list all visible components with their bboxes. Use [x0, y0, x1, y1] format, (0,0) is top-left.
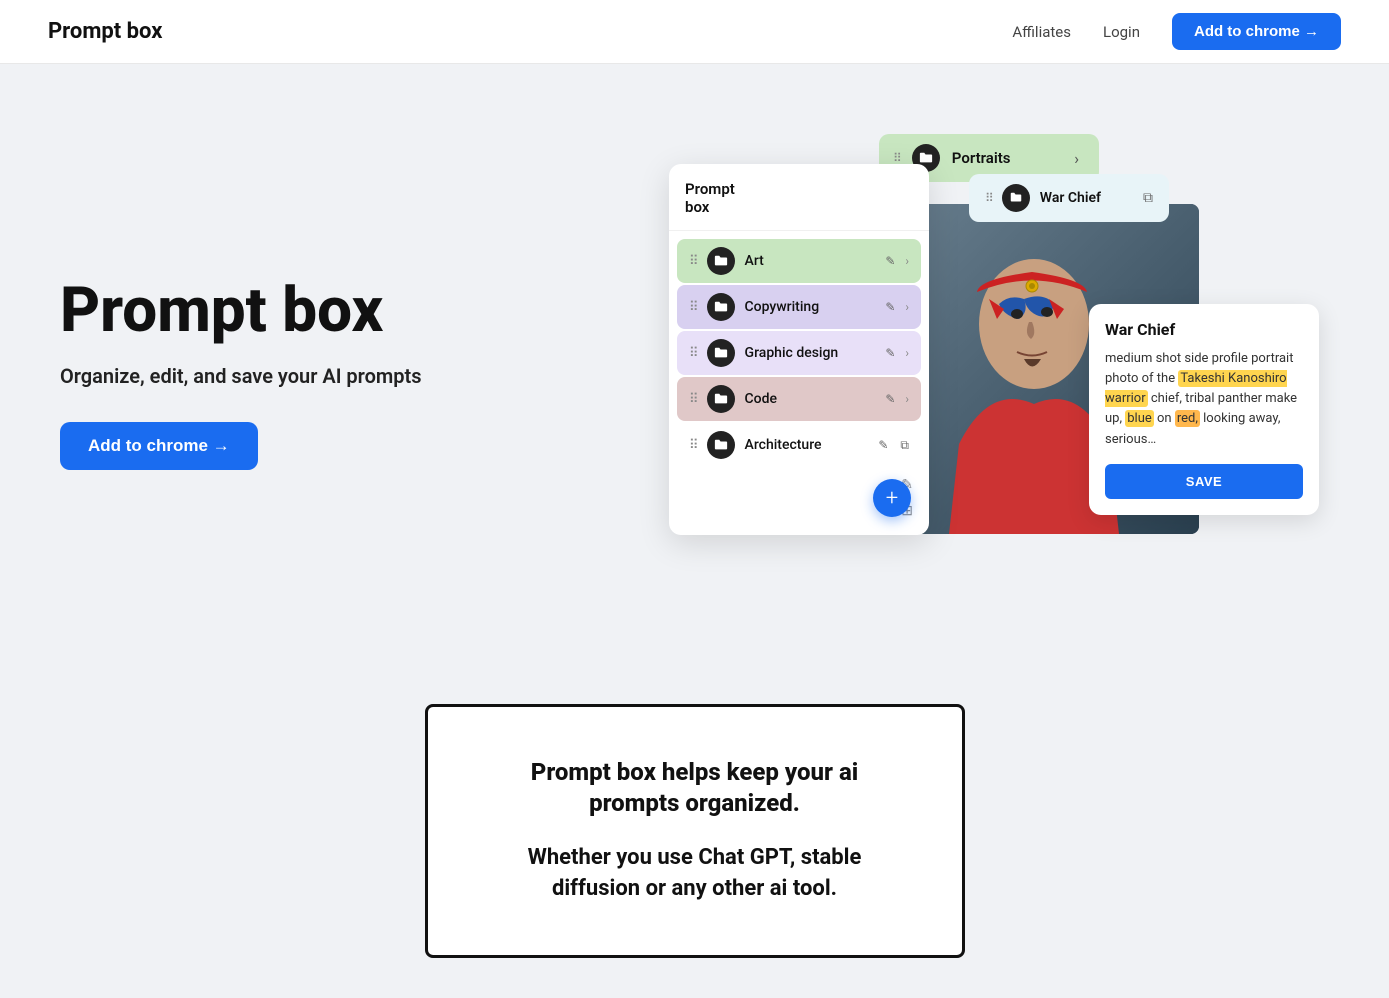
chevron-icon: › — [905, 346, 909, 360]
hero-left: Prompt box Organize, edit, and save your… — [60, 278, 422, 469]
drag-icon: ⠿ — [689, 346, 697, 361]
folder-icon — [707, 431, 735, 459]
list-item[interactable]: ⠿ Code ✎ › — [677, 377, 921, 421]
wc-drag-icon: ⠿ — [985, 191, 992, 205]
portraits-chevron-icon: › — [1074, 149, 1079, 168]
info-box-subtitle: Whether you use Chat GPT, stable diffusi… — [488, 843, 902, 905]
war-chief-card: War Chief medium shot side profile portr… — [1089, 304, 1319, 515]
drag-icon: ⠿ — [689, 300, 697, 315]
hero-section: Prompt box Organize, edit, and save your… — [0, 64, 1389, 664]
hero-title: Prompt box — [60, 278, 422, 343]
hero-subtitle: Organize, edit, and save your AI prompts — [60, 362, 422, 390]
chevron-icon: › — [905, 392, 909, 406]
portraits-label: Portraits — [952, 149, 1062, 167]
drag-icon: ⠿ — [689, 254, 697, 269]
hero-add-to-chrome-button[interactable]: Add to chrome → — [60, 422, 258, 470]
fab-button[interactable]: + — [873, 479, 911, 517]
war-chief-row: ⠿ War Chief ⧉ — [969, 174, 1169, 222]
wc-highlight-3: red, — [1175, 410, 1200, 427]
list-item[interactable]: ⠿ Architecture ✎ ⧉ — [677, 423, 921, 467]
folder-icon — [707, 339, 735, 367]
war-chief-label: War Chief — [1040, 190, 1133, 206]
login-link[interactable]: Login — [1103, 23, 1140, 41]
folder-icon — [707, 247, 735, 275]
item-label: Art — [745, 253, 876, 269]
prompt-box-panel: Promptbox ⠿ Art ✎ › ⠿ Copywriting ✎ — [669, 164, 929, 535]
wc-highlight-2: blue — [1125, 410, 1154, 427]
logo: Prompt box — [48, 19, 162, 44]
bottom-section: Prompt box helps keep your ai prompts or… — [0, 664, 1389, 998]
drag-icon: ⠿ — [689, 392, 697, 407]
portraits-drag-icon: ⠿ — [893, 151, 900, 165]
copy-icon[interactable]: ⧉ — [900, 438, 909, 453]
panel-title: Promptbox — [669, 180, 929, 231]
wc-card-text: medium shot side profile portrait photo … — [1105, 349, 1303, 450]
item-label: Code — [745, 391, 876, 407]
war-chief-copy-icon: ⧉ — [1143, 190, 1153, 206]
list-item[interactable]: ⠿ Graphic design ✎ › — [677, 331, 921, 375]
hero-right: ⠿ Portraits › — [629, 124, 1329, 624]
navbar: Prompt box Affiliates Login Add to chrom… — [0, 0, 1389, 64]
wc-card-title: War Chief — [1105, 320, 1303, 339]
item-label: Copywriting — [745, 299, 876, 315]
drag-icon: ⠿ — [689, 438, 697, 453]
folder-icon — [707, 385, 735, 413]
info-box: Prompt box helps keep your ai prompts or… — [425, 704, 965, 958]
edit-icon[interactable]: ✎ — [885, 346, 895, 360]
chevron-icon: › — [905, 254, 909, 268]
info-box-title: Prompt box helps keep your ai prompts or… — [488, 757, 902, 819]
nav-add-to-chrome-button[interactable]: Add to chrome → — [1172, 13, 1341, 50]
list-item[interactable]: ⠿ Art ✎ › — [677, 239, 921, 283]
nav-right: Affiliates Login Add to chrome → — [1012, 13, 1341, 50]
item-label: Graphic design — [745, 345, 876, 361]
edit-icon[interactable]: ✎ — [885, 254, 895, 268]
affiliates-link[interactable]: Affiliates — [1012, 23, 1071, 41]
edit-icon[interactable]: ✎ — [885, 300, 895, 314]
wc-text-mid2: on — [1154, 411, 1175, 426]
edit-icon[interactable]: ✎ — [878, 438, 888, 452]
item-label: Architecture — [745, 437, 869, 453]
folder-icon — [707, 293, 735, 321]
edit-icon[interactable]: ✎ — [885, 392, 895, 406]
list-item[interactable]: ⠿ Copywriting ✎ › — [677, 285, 921, 329]
chevron-icon: › — [905, 300, 909, 314]
wc-save-button[interactable]: SAVE — [1105, 464, 1303, 499]
war-chief-folder-icon — [1002, 184, 1030, 212]
